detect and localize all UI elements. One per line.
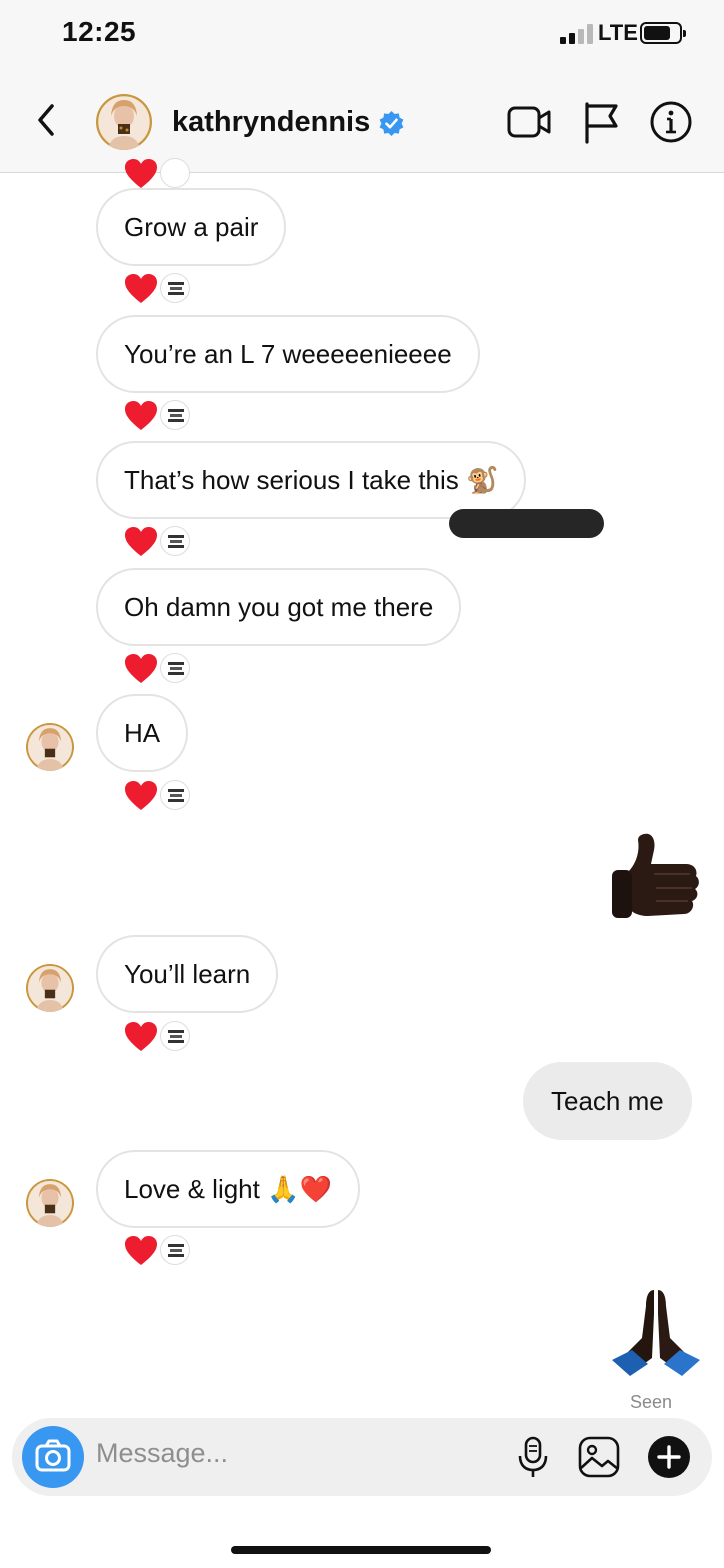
message-bubble[interactable]: Oh damn you got me there	[96, 568, 462, 646]
chat-header: kathryndennis	[0, 70, 724, 173]
plus-button[interactable]	[648, 1436, 690, 1478]
camera-button[interactable]	[22, 1426, 84, 1488]
message-bubble[interactable]: HA	[96, 694, 189, 772]
chat-username[interactable]: kathryndennis	[172, 106, 370, 139]
reactor-avatar	[160, 1235, 190, 1265]
message-text: You’ll learn	[124, 959, 251, 989]
message-text: Oh damn you got me there	[124, 592, 434, 622]
heart-reaction-icon	[125, 781, 157, 810]
thumbs-up-emoji-icon[interactable]	[608, 828, 702, 924]
reactor-avatar	[160, 273, 190, 303]
heart-reaction-icon	[125, 654, 157, 683]
verified-badge-icon	[379, 111, 404, 136]
message-bubble[interactable]: Grow a pair	[96, 188, 287, 266]
home-indicator	[231, 1546, 491, 1554]
message-text: Teach me	[551, 1086, 664, 1116]
folded-hands-emoji-icon[interactable]	[608, 1284, 704, 1380]
message-text: HA	[124, 718, 161, 748]
heart-reaction-icon	[125, 527, 157, 556]
heart-reaction-icon	[125, 159, 157, 188]
message-input[interactable]: Message...	[96, 1438, 228, 1469]
sent-message-bubble[interactable]: Teach me	[523, 1062, 692, 1140]
heart-reaction-icon	[125, 401, 157, 430]
sender-avatar[interactable]	[26, 723, 74, 771]
info-icon[interactable]	[649, 100, 693, 144]
header-avatar[interactable]	[96, 94, 152, 150]
microphone-icon[interactable]	[512, 1436, 554, 1478]
sender-avatar[interactable]	[26, 964, 74, 1012]
gallery-icon[interactable]	[578, 1436, 620, 1478]
video-call-icon[interactable]	[507, 100, 551, 144]
message-bubble[interactable]: That’s how serious I take this 🐒	[96, 441, 527, 519]
back-chevron-icon[interactable]	[30, 100, 66, 140]
seen-indicator: Seen	[630, 1392, 673, 1412]
message-text: Love & light 🙏❤️	[124, 1174, 332, 1204]
message-text: Grow a pair	[124, 212, 259, 242]
reactor-avatar	[160, 158, 190, 188]
flag-icon[interactable]	[580, 100, 624, 144]
status-bar: 12:25 LTE	[0, 0, 724, 70]
reactor-avatar	[160, 653, 190, 683]
status-time: 12:25	[62, 16, 137, 47]
camera-icon	[35, 1439, 71, 1472]
reactor-avatar	[160, 780, 190, 810]
message-text: You’re an L 7 weeeeenieeee	[124, 339, 452, 369]
reactor-avatar	[160, 1021, 190, 1051]
message-bubble[interactable]: You’ll learn	[96, 935, 279, 1013]
heart-reaction-icon	[125, 1022, 157, 1051]
sender-avatar[interactable]	[26, 1179, 74, 1227]
heart-reaction-icon	[125, 274, 157, 303]
message-bubble[interactable]: Love & light 🙏❤️	[96, 1150, 360, 1228]
reactor-avatar	[160, 526, 190, 556]
message-text: That’s how serious I take this 🐒	[124, 465, 499, 495]
heart-reaction-icon	[125, 1236, 157, 1265]
reactor-avatar	[160, 400, 190, 430]
signal-strength-icon	[560, 24, 594, 44]
network-type: LTE	[598, 20, 638, 45]
message-bubble[interactable]: You’re an L 7 weeeeenieeee	[96, 315, 480, 393]
plus-icon	[657, 1445, 681, 1469]
battery-icon	[640, 22, 686, 44]
message-composer: Message...	[12, 1418, 712, 1496]
redaction-bar	[449, 509, 604, 538]
